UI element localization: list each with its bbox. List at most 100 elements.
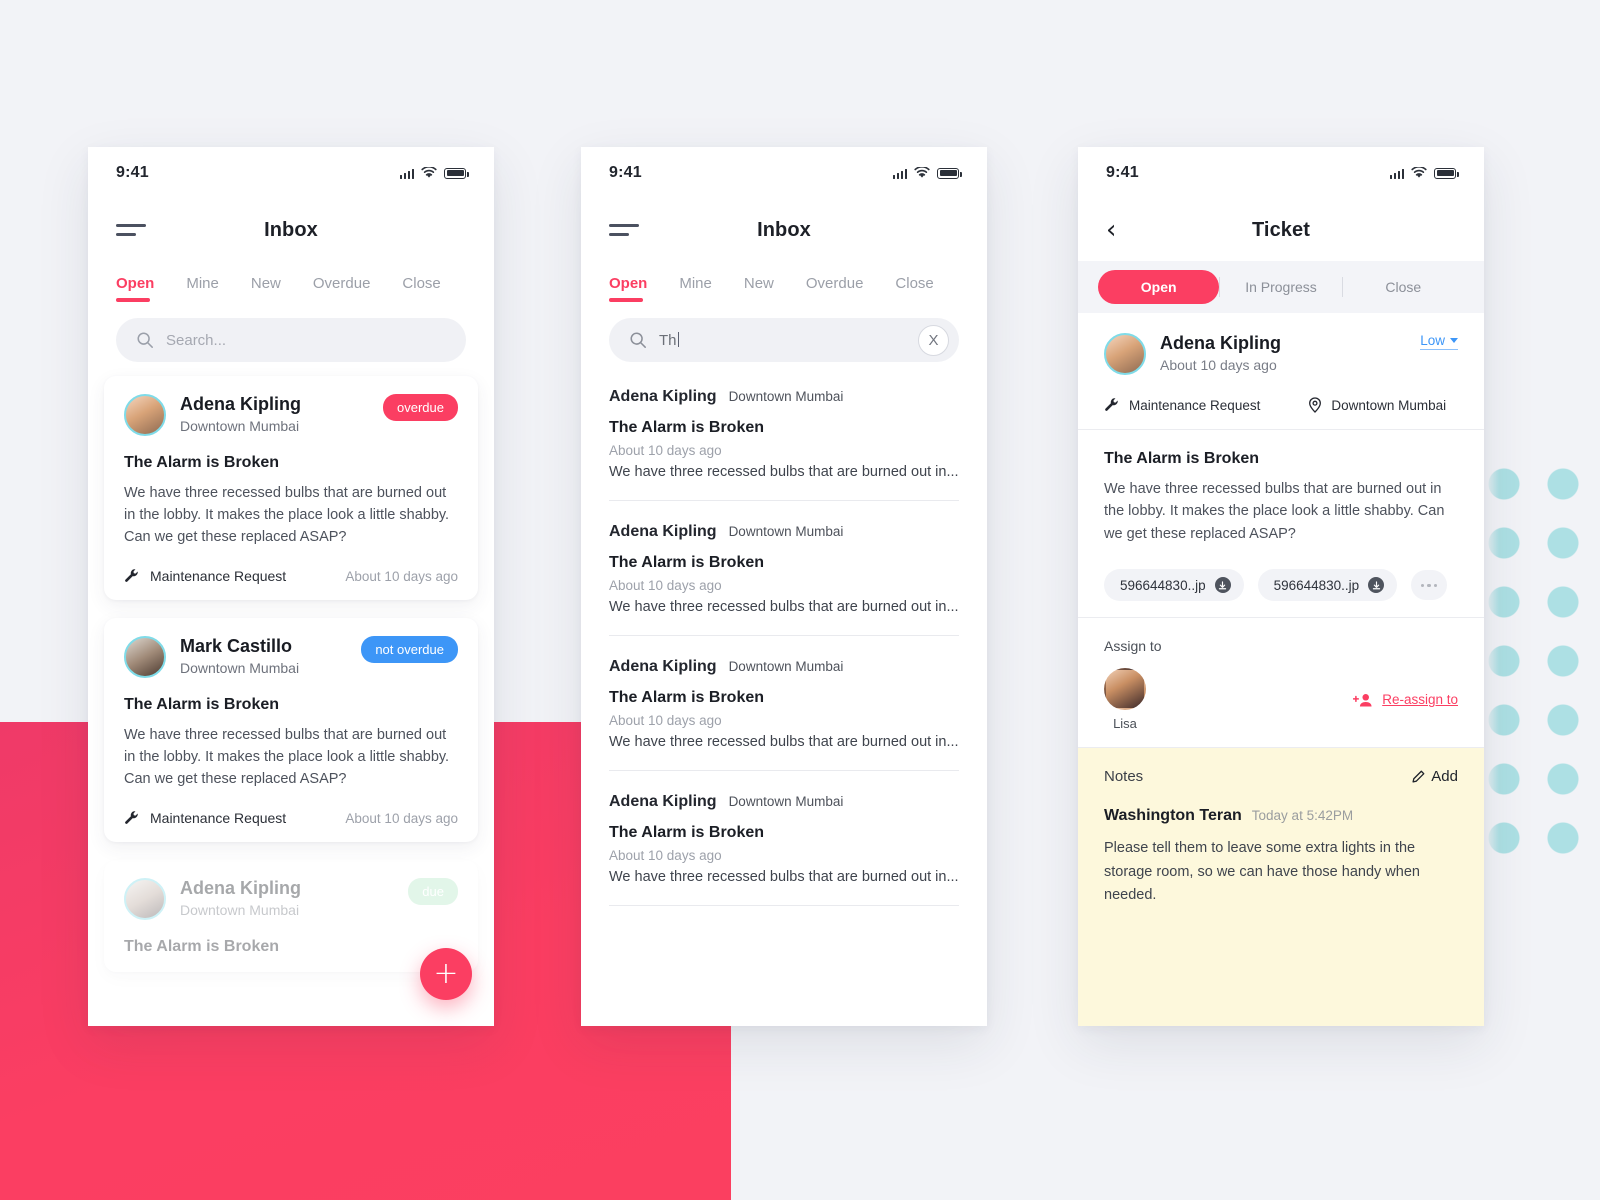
search-bar[interactable]: Search... (116, 318, 466, 362)
priority-value: Low (1420, 333, 1445, 348)
assign-label: Assign to (1104, 638, 1162, 655)
battery-icon (937, 167, 962, 179)
tab-open[interactable]: Open (116, 269, 154, 302)
download-icon[interactable] (1368, 577, 1385, 594)
segment-in-progress[interactable]: In Progress (1220, 270, 1341, 304)
result-snippet: We have three recessed bulbs that are bu… (609, 464, 959, 480)
card-location: Downtown Mumbai (180, 659, 300, 676)
tab-overdue[interactable]: Overdue (313, 269, 371, 302)
signal-icon (892, 168, 907, 179)
canvas: 9:41 Inbox Open Mine New Overdue Close S… (0, 0, 1600, 1200)
card-category: Maintenance Request (124, 810, 286, 826)
result-time: About 10 days ago (609, 443, 722, 458)
phone-screen-inbox: 9:41 Inbox Open Mine New Overdue Close S… (88, 147, 494, 1026)
signal-icon (399, 168, 414, 179)
reassign-button[interactable]: Re-assign to (1353, 692, 1458, 708)
priority-dropdown[interactable]: Low (1420, 333, 1458, 350)
tab-new[interactable]: New (744, 269, 774, 302)
wifi-icon (421, 167, 437, 178)
result-name: Adena Kipling (609, 523, 717, 540)
back-icon[interactable]: ‹ (1106, 217, 1116, 243)
list-item[interactable]: Adena Kipling Downtown Mumbai The Alarm … (609, 636, 959, 771)
requester-time: About 10 days ago (1160, 357, 1277, 373)
search-icon (630, 332, 646, 348)
page-title: Inbox (757, 218, 811, 241)
table-row[interactable]: Adena Kipling Downtown Mumbai due The Al… (104, 860, 478, 973)
avatar (124, 878, 166, 921)
add-note-button[interactable]: Add (1411, 768, 1458, 785)
notes-header: Notes Add (1104, 768, 1458, 785)
list-item[interactable]: Adena Kipling Downtown Mumbai The Alarm … (609, 771, 959, 906)
note-time: Today at 5:42PM (1251, 808, 1354, 824)
result-name: Adena Kipling (609, 793, 717, 810)
table-row[interactable]: Mark Castillo Downtown Mumbai not overdu… (104, 618, 478, 843)
clear-search-button[interactable]: X (918, 324, 949, 356)
tab-mine[interactable]: Mine (679, 269, 712, 302)
requester-header: Adena Kipling About 10 days ago Low (1104, 333, 1458, 375)
list-item[interactable]: Adena Kipling Downtown Mumbai The Alarm … (609, 501, 959, 636)
wifi-icon (1411, 167, 1427, 178)
tab-mine[interactable]: Mine (186, 269, 219, 302)
result-location: Downtown Mumbai (728, 794, 844, 809)
ticket-category-label: Maintenance Request (1129, 397, 1261, 413)
attachment-name: 596644830..jp (1120, 577, 1206, 593)
card-location: Downtown Mumbai (180, 417, 300, 434)
more-attachments-button[interactable] (1411, 570, 1448, 601)
menu-icon[interactable] (116, 224, 146, 236)
attachment-chip[interactable]: 596644830..jp (1104, 569, 1244, 602)
search-input[interactable]: Search... (166, 332, 456, 349)
assignee-name: Lisa (1113, 716, 1137, 732)
avatar (1104, 333, 1146, 375)
attachment-chip[interactable]: 596644830..jp (1257, 569, 1398, 602)
menu-icon[interactable] (609, 224, 639, 236)
card-name: Adena Kipling (180, 394, 301, 414)
card-header: Adena Kipling Downtown Mumbai overdue (124, 394, 458, 436)
assign-row: Lisa Re-assign to (1104, 668, 1458, 731)
status-bar: 9:41 (88, 147, 494, 199)
result-name: Adena Kipling (609, 388, 717, 405)
add-ticket-button[interactable]: + (420, 948, 472, 1000)
tab-close[interactable]: Close (895, 269, 933, 302)
result-snippet: We have three recessed bulbs that are bu… (609, 599, 959, 615)
ticket-title: The Alarm is Broken (1104, 450, 1260, 467)
ticket-body: We have three recessed bulbs that are bu… (1104, 481, 1445, 542)
decorative-dot-pattern (1485, 465, 1600, 865)
search-icon (137, 332, 153, 348)
segment-open[interactable]: Open (1098, 270, 1220, 304)
signal-icon (1389, 168, 1404, 179)
search-results-list: Adena Kipling Downtown Mumbai The Alarm … (581, 362, 987, 906)
requester-section: Adena Kipling About 10 days ago Low Main… (1078, 313, 1484, 430)
table-row[interactable]: Adena Kipling Downtown Mumbai overdue Th… (104, 376, 478, 601)
status-icons (892, 167, 962, 179)
card-name: Adena Kipling (180, 878, 301, 899)
card-footer: Maintenance Request About 10 days ago (124, 810, 458, 826)
tab-close[interactable]: Close (402, 269, 440, 302)
phone-screen-search: 9:41 Inbox Open Mine New Overdue Close T… (581, 147, 987, 1026)
attachment-name: 596644830..jp (1273, 577, 1360, 593)
result-snippet: We have three recessed bulbs that are bu… (609, 869, 959, 885)
reassign-label: Re-assign to (1382, 692, 1458, 708)
avatar (124, 636, 166, 679)
tab-open[interactable]: Open (609, 269, 647, 302)
status-icons (1389, 167, 1459, 179)
tab-new[interactable]: New (251, 269, 281, 302)
requester-name: Adena Kipling (1160, 333, 1281, 353)
card-footer: Maintenance Request About 10 days ago (124, 568, 458, 584)
card-header: Adena Kipling Downtown Mumbai due (124, 878, 458, 921)
card-time: About 10 days ago (345, 810, 458, 826)
card-body: We have three recessed bulbs that are bu… (124, 485, 450, 546)
page-title: Ticket (1251, 218, 1311, 241)
download-icon[interactable] (1214, 577, 1231, 594)
assignee[interactable]: Lisa (1104, 668, 1146, 731)
search-bar[interactable]: Th X (609, 318, 959, 362)
search-input[interactable]: Th (659, 332, 906, 349)
notes-section: Notes Add Washington Teran Today at 5:42… (1078, 748, 1484, 1026)
status-time: 9:41 (609, 164, 642, 181)
tab-overdue[interactable]: Overdue (806, 269, 864, 302)
card-time: About 10 days ago (345, 568, 458, 584)
list-item[interactable]: Adena Kipling Downtown Mumbai The Alarm … (609, 366, 959, 501)
card-category-label: Maintenance Request (150, 810, 287, 827)
result-location: Downtown Mumbai (728, 524, 844, 539)
add-note-label: Add (1431, 768, 1458, 786)
segment-close[interactable]: Close (1343, 270, 1464, 304)
